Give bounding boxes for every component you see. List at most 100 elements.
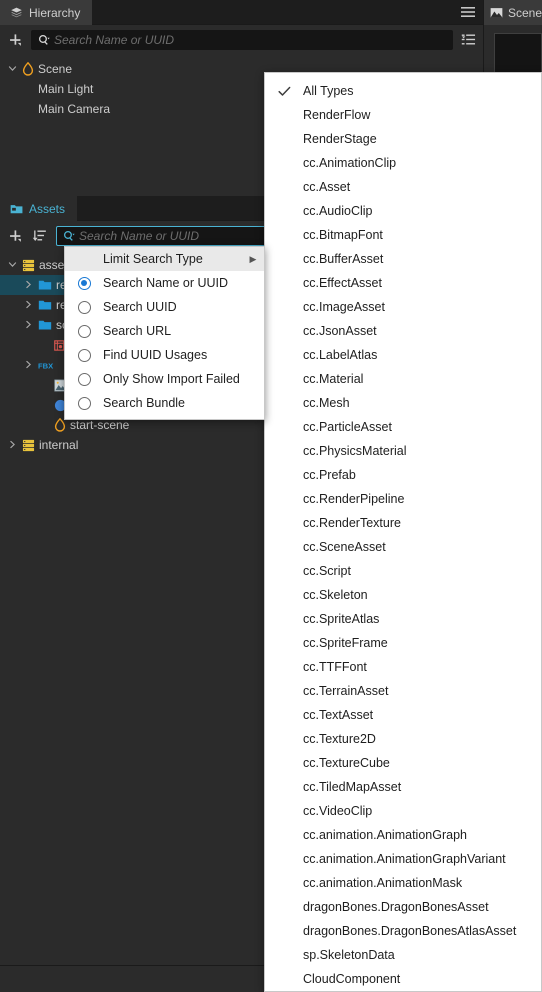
type-filter-option[interactable]: cc.Mesh (265, 391, 541, 415)
type-filter-option-label: cc.SpriteFrame (303, 636, 388, 650)
type-filter-option[interactable]: cc.TextureCube (265, 751, 541, 775)
type-filter-option[interactable]: CloudComponent (265, 967, 541, 991)
type-filter-option[interactable]: dragonBones.DragonBonesAsset (265, 895, 541, 919)
type-filter-option[interactable]: cc.Asset (265, 175, 541, 199)
type-filter-option[interactable]: cc.BufferAsset (265, 247, 541, 271)
type-filter-option[interactable]: cc.RenderTexture (265, 511, 541, 535)
type-filter-option[interactable]: cc.EffectAsset (265, 271, 541, 295)
type-filter-option[interactable]: cc.TTFFont (265, 655, 541, 679)
type-filter-option[interactable]: cc.TiledMapAsset (265, 775, 541, 799)
type-filter-option[interactable]: cc.animation.AnimationMask (265, 871, 541, 895)
type-filter-option-label: cc.Material (303, 372, 364, 386)
search-type-option-list[interactable]: Search Name or UUID Search UUID Search URL… (65, 271, 264, 415)
type-filter-option[interactable]: cc.animation.AnimationGraphVariant (265, 847, 541, 871)
type-filter-option[interactable]: cc.TerrainAsset (265, 679, 541, 703)
add-node-icon[interactable] (8, 33, 23, 48)
type-filter-option-label: cc.SceneAsset (303, 540, 386, 554)
type-filter-option[interactable]: cc.Script (265, 559, 541, 583)
radio-icon[interactable] (65, 372, 103, 386)
filter-list-icon[interactable] (461, 33, 476, 47)
type-filter-option[interactable]: RenderFlow (265, 103, 541, 127)
tab-hierarchy[interactable]: Hierarchy (0, 0, 93, 25)
type-filter-option[interactable]: cc.ParticleAsset (265, 415, 541, 439)
type-filter-option[interactable]: RenderStage (265, 127, 541, 151)
hierarchy-tabbar-filler (92, 0, 484, 24)
type-filter-option-label: cc.EffectAsset (303, 276, 382, 290)
tab-hierarchy-label: Hierarchy (29, 5, 81, 20)
search-type-option[interactable]: Search UUID (65, 295, 264, 319)
type-filter-option-label: RenderFlow (303, 108, 371, 122)
type-filter-option-label: cc.SpriteAtlas (303, 612, 380, 626)
type-filter-option[interactable]: cc.Prefab (265, 463, 541, 487)
type-filter-option-label: RenderStage (303, 132, 377, 146)
type-filter-option[interactable]: cc.AudioClip (265, 199, 541, 223)
limit-search-type-dropdown[interactable]: All Types RenderFlow RenderStage cc.Animati… (264, 72, 542, 992)
radio-icon[interactable] (65, 324, 103, 338)
tab-assets[interactable]: Assets (0, 196, 78, 221)
search-type-option[interactable]: Search Bundle (65, 391, 264, 415)
search-type-option[interactable]: Find UUID Usages (65, 343, 264, 367)
type-filter-option[interactable]: cc.TextAsset (265, 703, 541, 727)
search-type-option[interactable]: Only Show Import Failed (65, 367, 264, 391)
type-filter-option[interactable]: cc.PhysicsMaterial (265, 439, 541, 463)
type-filter-option-label: cc.Texture2D (303, 732, 376, 746)
type-filter-option-label: cc.VideoClip (303, 804, 373, 818)
chevron-right-icon[interactable] (22, 300, 34, 311)
tab-scene[interactable]: Scene (484, 0, 542, 25)
type-filter-option-label: cc.RenderTexture (303, 516, 401, 530)
search-type-option-label: Find UUID Usages (103, 348, 208, 362)
radio-icon[interactable] (65, 396, 103, 410)
type-filter-option-label: cc.Mesh (303, 396, 350, 410)
hamburger-menu-icon[interactable] (460, 6, 476, 19)
type-filter-option[interactable]: All Types (265, 79, 541, 103)
type-filter-option-label: cc.animation.AnimationMask (303, 876, 463, 890)
type-filter-option-label: cc.JsonAsset (303, 324, 377, 338)
hierarchy-toolbar: Search Name or UUID (0, 25, 484, 55)
chevron-down-icon[interactable] (6, 64, 18, 75)
search-type-context-menu[interactable]: Limit Search Type ▶ Search Name or UUID S… (64, 246, 265, 420)
sort-order-icon[interactable] (32, 229, 47, 243)
radio-icon[interactable] (65, 300, 103, 314)
type-filter-option-label: dragonBones.DragonBonesAsset (303, 900, 489, 914)
chevron-down-icon[interactable] (6, 260, 18, 271)
check-icon (277, 86, 291, 97)
search-type-option-label: Only Show Import Failed (103, 372, 240, 386)
type-filter-option[interactable]: cc.SpriteAtlas (265, 607, 541, 631)
chevron-right-icon[interactable] (22, 360, 34, 371)
type-filter-option[interactable]: cc.JsonAsset (265, 319, 541, 343)
menu-item-limit-search-type[interactable]: Limit Search Type ▶ (65, 247, 264, 271)
radio-selected-icon[interactable] (65, 276, 103, 290)
type-filter-option[interactable]: cc.Skeleton (265, 583, 541, 607)
type-filter-option-label: cc.Script (303, 564, 351, 578)
add-asset-icon[interactable] (8, 229, 23, 244)
scene-viewport[interactable] (494, 33, 542, 73)
type-filter-option[interactable]: cc.RenderPipeline (265, 487, 541, 511)
type-filter-option-label: cc.TiledMapAsset (303, 780, 402, 794)
search-type-option[interactable]: Search URL (65, 319, 264, 343)
type-filter-option[interactable]: cc.SpriteFrame (265, 631, 541, 655)
type-filter-option[interactable]: cc.animation.AnimationGraph (265, 823, 541, 847)
search-type-option-label: Search URL (103, 324, 172, 338)
type-filter-option[interactable]: cc.LabelAtlas (265, 343, 541, 367)
type-filter-option[interactable]: cc.ImageAsset (265, 295, 541, 319)
type-filter-option[interactable]: cc.VideoClip (265, 799, 541, 823)
chevron-right-icon[interactable] (6, 440, 18, 451)
type-filter-option-label: cc.AnimationClip (303, 156, 397, 170)
type-filter-option[interactable]: cc.Material (265, 367, 541, 391)
type-filter-option-label: sp.SkeletonData (303, 948, 395, 962)
radio-icon[interactable] (65, 348, 103, 362)
folder-icon (38, 279, 52, 291)
type-filter-option[interactable]: cc.Texture2D (265, 727, 541, 751)
chevron-right-icon[interactable] (22, 280, 34, 291)
type-filter-option[interactable]: dragonBones.DragonBonesAtlasAsset (265, 919, 541, 943)
type-filter-option[interactable]: sp.SkeletonData (265, 943, 541, 967)
hierarchy-search-input[interactable]: Search Name or UUID (31, 30, 453, 50)
type-filter-option[interactable]: cc.SceneAsset (265, 535, 541, 559)
type-filter-option-label: cc.TextureCube (303, 756, 390, 770)
menu-item-label: Limit Search Type (103, 252, 203, 266)
chevron-right-icon: ▶ (249, 253, 257, 264)
chevron-right-icon[interactable] (22, 320, 34, 331)
search-type-option[interactable]: Search Name or UUID (65, 271, 264, 295)
type-filter-option[interactable]: cc.BitmapFont (265, 223, 541, 247)
type-filter-option[interactable]: cc.AnimationClip (265, 151, 541, 175)
